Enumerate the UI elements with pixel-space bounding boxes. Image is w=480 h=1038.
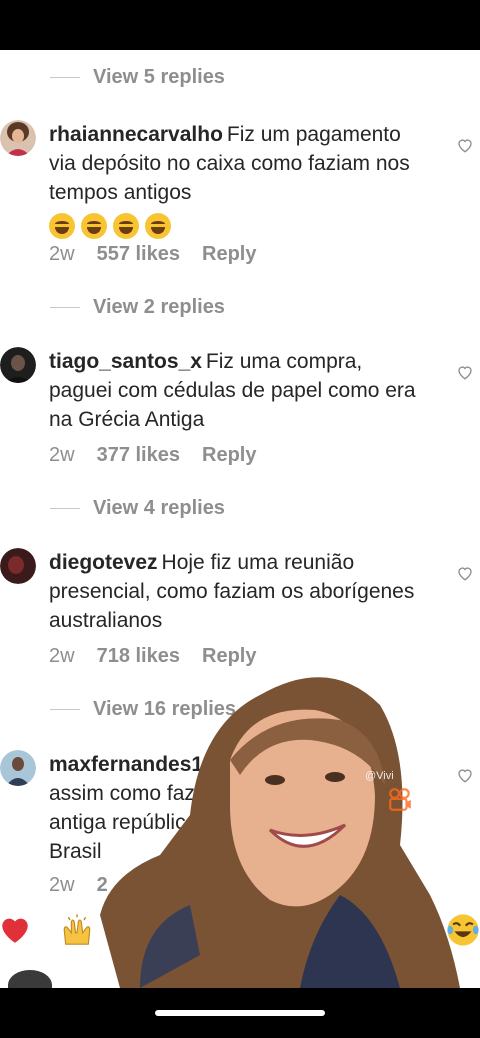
- top-status-bar: [0, 0, 480, 50]
- comments-panel[interactable]: View 5 replies rhaiannecarvalho Fiz um pa…: [0, 50, 480, 988]
- comment-text: tiago_santos_x Fiz uma compra, paguei com…: [49, 347, 419, 434]
- view-replies-label: View 5 replies: [93, 66, 225, 88]
- comment-meta: 2w 2: [49, 874, 108, 897]
- comment-meta: 2w 557 likes Reply: [49, 243, 256, 266]
- view-replies-label: View 2 replies: [93, 296, 225, 318]
- replies-divider: [50, 709, 80, 710]
- replies-divider: [50, 77, 80, 78]
- avatar[interactable]: [0, 347, 36, 383]
- current-user-avatar[interactable]: [8, 970, 52, 988]
- avatar[interactable]: [0, 750, 36, 786]
- face-with-tears-of-joy-icon: [113, 213, 139, 240]
- comment-meta: 2w 377 likes Reply: [49, 444, 256, 467]
- comment-time: 2w: [49, 874, 75, 896]
- view-replies-button[interactable]: View 4 replies: [50, 497, 225, 520]
- comment-text: diegotevez Hoje fiz uma reunião presencia…: [49, 548, 419, 635]
- comment-username[interactable]: tiago_santos_x: [49, 350, 202, 373]
- home-indicator[interactable]: [155, 1010, 325, 1016]
- comment-time: 2w: [49, 444, 75, 466]
- comment-likes[interactable]: 557 likes: [97, 243, 180, 266]
- avatar[interactable]: [0, 120, 36, 156]
- reply-button[interactable]: Reply: [202, 444, 256, 467]
- comment-time: 2w: [49, 645, 75, 667]
- heart-emoji-icon[interactable]: [0, 913, 32, 947]
- face-with-tears-of-joy-icon: [145, 213, 171, 240]
- view-replies-label: View 4 replies: [93, 497, 225, 519]
- view-replies-button[interactable]: View 2 replies: [50, 296, 225, 319]
- avatar[interactable]: [0, 548, 36, 584]
- watermark-handle: @Vivi: [365, 770, 394, 782]
- replies-divider: [50, 307, 80, 308]
- comment-text: rhaiannecarvalho Fiz um pagamento via dep…: [49, 120, 419, 240]
- emoji-row: [49, 211, 419, 240]
- like-heart-icon[interactable]: [456, 564, 474, 582]
- comment-username[interactable]: rhaiannecarvalho: [49, 123, 223, 146]
- replies-divider: [50, 508, 80, 509]
- face-with-tears-of-joy-icon: [49, 213, 75, 240]
- comment-likes[interactable]: 377 likes: [97, 444, 180, 467]
- raising-hands-icon[interactable]: [60, 913, 94, 947]
- kwai-brand-text: kwai: [419, 791, 452, 808]
- kwai-watermark: kwai: [387, 787, 451, 813]
- face-with-tears-of-joy-icon: [81, 213, 107, 240]
- like-heart-icon[interactable]: [456, 363, 474, 381]
- comment-username[interactable]: diegotevez: [49, 551, 158, 574]
- like-heart-icon[interactable]: [456, 136, 474, 154]
- comment-time: 2w: [49, 243, 75, 265]
- person-overlay-image: [100, 677, 460, 988]
- view-replies-button[interactable]: View 5 replies: [50, 66, 225, 89]
- reply-button[interactable]: Reply: [202, 243, 256, 266]
- bottom-system-bar: [0, 988, 480, 1038]
- kwai-logo-icon: [389, 788, 411, 811]
